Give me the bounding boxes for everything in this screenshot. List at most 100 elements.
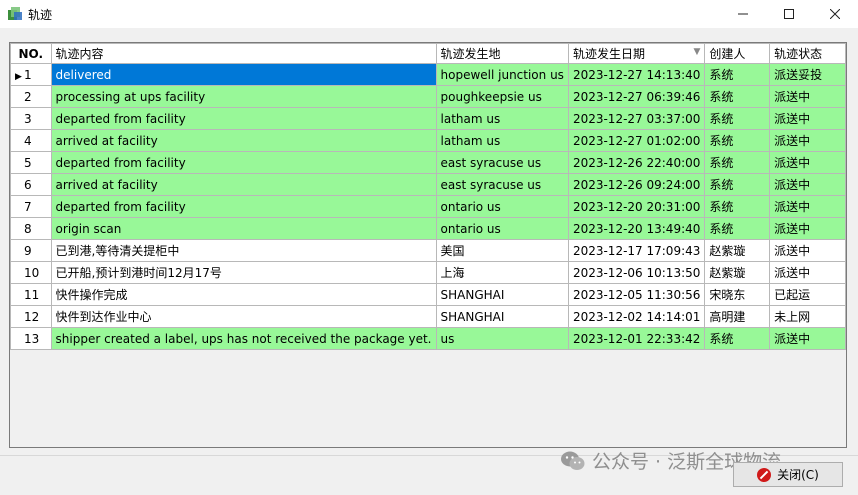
cell-status[interactable]: 派送中	[769, 217, 846, 240]
cell-creator[interactable]: 系统	[704, 129, 771, 152]
cell-place[interactable]: poughkeepsie us	[435, 85, 569, 108]
close-window-button[interactable]	[812, 0, 858, 28]
cell-content[interactable]: shipper created a label, ups has not rec…	[50, 327, 437, 350]
close-button[interactable]: 关闭(C)	[733, 462, 843, 487]
cell-status[interactable]: 派送中	[769, 151, 846, 174]
cell-content[interactable]: departed from facility	[50, 107, 437, 130]
header-row: NO. 轨迹内容 轨迹发生地 轨迹发生日期 ▼ 创建人 轨迹状态	[10, 43, 846, 64]
cell-content[interactable]: departed from facility	[50, 151, 437, 174]
cell-status[interactable]: 未上网	[769, 305, 846, 328]
cell-status[interactable]: 派送妥投	[769, 63, 846, 86]
cell-creator[interactable]: 系统	[704, 327, 771, 350]
cell-status[interactable]: 派送中	[769, 239, 846, 262]
cell-date[interactable]: 2023-12-26 09:24:00	[567, 173, 706, 196]
tracking-grid[interactable]: NO. 轨迹内容 轨迹发生地 轨迹发生日期 ▼ 创建人 轨迹状态 ▶ 1 deliv…	[9, 42, 847, 448]
table-row[interactable]: 5 departed from facility east syracuse u…	[10, 151, 846, 174]
header-no[interactable]: NO.	[10, 43, 52, 64]
cell-date[interactable]: 2023-12-27 06:39:46	[567, 85, 706, 108]
row-number: 13	[10, 327, 52, 350]
cell-status[interactable]: 派送中	[769, 107, 846, 130]
table-row[interactable]: 8 origin scan ontario us 2023-12-20 13:4…	[10, 217, 846, 240]
table-row[interactable]: 13 shipper created a label, ups has not …	[10, 327, 846, 350]
table-row[interactable]: 2 processing at ups facility poughkeepsi…	[10, 85, 846, 108]
cell-place[interactable]: ontario us	[435, 195, 569, 218]
cell-place[interactable]: east syracuse us	[435, 173, 569, 196]
table-row[interactable]: 3 departed from facility latham us 2023-…	[10, 107, 846, 130]
header-date[interactable]: 轨迹发生日期 ▼	[567, 43, 706, 64]
cell-content[interactable]: origin scan	[50, 217, 437, 240]
cell-creator[interactable]: 赵紫璇	[704, 239, 771, 262]
cell-status[interactable]: 已起运	[769, 283, 846, 306]
cell-date[interactable]: 2023-12-26 22:40:00	[567, 151, 706, 174]
cell-place[interactable]: latham us	[435, 107, 569, 130]
cell-date[interactable]: 2023-12-27 14:13:40	[567, 63, 706, 86]
cell-content[interactable]: 快件操作完成	[50, 283, 437, 306]
row-number: 8	[10, 217, 52, 240]
cell-date[interactable]: 2023-12-20 13:49:40	[567, 217, 706, 240]
cell-content[interactable]: arrived at facility	[50, 173, 437, 196]
cell-content[interactable]: delivered	[50, 63, 437, 86]
cell-content[interactable]: 快件到达作业中心	[50, 305, 437, 328]
row-number: 10	[10, 261, 52, 284]
cell-place[interactable]: east syracuse us	[435, 151, 569, 174]
table-row[interactable]: ▶ 1 delivered hopewell junction us 2023-1…	[10, 63, 846, 86]
cell-date[interactable]: 2023-12-05 11:30:56	[567, 283, 706, 306]
cell-creator[interactable]: 系统	[704, 85, 771, 108]
header-place[interactable]: 轨迹发生地	[435, 43, 569, 64]
row-number: 2	[10, 85, 52, 108]
cell-creator[interactable]: 系统	[704, 217, 771, 240]
table-row[interactable]: 11 快件操作完成 SHANGHAI 2023-12-05 11:30:56 宋…	[10, 283, 846, 306]
table-row[interactable]: 10 已开船,预计到港时间12月17号 上海 2023-12-06 10:13:…	[10, 261, 846, 284]
cell-creator[interactable]: 宋晓东	[704, 283, 771, 306]
minimize-button[interactable]	[720, 0, 766, 28]
cell-content[interactable]: arrived at facility	[50, 129, 437, 152]
cell-place[interactable]: ontario us	[435, 217, 569, 240]
cell-status[interactable]: 派送中	[769, 129, 846, 152]
current-row-icon: ▶	[15, 71, 22, 82]
cell-date[interactable]: 2023-12-20 20:31:00	[567, 195, 706, 218]
cell-place[interactable]: 美国	[435, 239, 569, 262]
header-status[interactable]: 轨迹状态	[769, 43, 846, 64]
cell-creator[interactable]: 系统	[704, 107, 771, 130]
table-row[interactable]: 7 departed from facility ontario us 2023…	[10, 195, 846, 218]
table-row[interactable]: 6 arrived at facility east syracuse us 2…	[10, 173, 846, 196]
cell-date[interactable]: 2023-12-01 22:33:42	[567, 327, 706, 350]
minimize-icon	[738, 13, 748, 15]
cell-creator[interactable]: 系统	[704, 195, 771, 218]
cell-date[interactable]: 2023-12-06 10:13:50	[567, 261, 706, 284]
table-row[interactable]: 9 已到港,等待清关提柜中 美国 2023-12-17 17:09:43 赵紫璇…	[10, 239, 846, 262]
row-number: 12	[10, 305, 52, 328]
cell-place[interactable]: SHANGHAI	[435, 283, 569, 306]
table-row[interactable]: 4 arrived at facility latham us 2023-12-…	[10, 129, 846, 152]
cell-status[interactable]: 派送中	[769, 85, 846, 108]
cell-place[interactable]: 上海	[435, 261, 569, 284]
cell-status[interactable]: 派送中	[769, 195, 846, 218]
cell-place[interactable]: us	[435, 327, 569, 350]
maximize-button[interactable]	[766, 0, 812, 28]
cell-date[interactable]: 2023-12-27 03:37:00	[567, 107, 706, 130]
title-bar: 轨迹	[0, 0, 858, 28]
window-title: 轨迹	[28, 8, 53, 22]
cell-creator[interactable]: 系统	[704, 63, 771, 86]
cell-content[interactable]: 已开船,预计到港时间12月17号	[50, 261, 437, 284]
cell-content[interactable]: departed from facility	[50, 195, 437, 218]
cell-place[interactable]: latham us	[435, 129, 569, 152]
cell-status[interactable]: 派送中	[769, 261, 846, 284]
cell-content[interactable]: processing at ups facility	[50, 85, 437, 108]
maximize-icon	[784, 9, 794, 19]
header-content[interactable]: 轨迹内容	[50, 43, 437, 64]
cell-creator[interactable]: 系统	[704, 173, 771, 196]
cell-date[interactable]: 2023-12-17 17:09:43	[567, 239, 706, 262]
cell-date[interactable]: 2023-12-27 01:02:00	[567, 129, 706, 152]
cell-creator[interactable]: 高明建	[704, 305, 771, 328]
cell-status[interactable]: 派送中	[769, 327, 846, 350]
header-creator[interactable]: 创建人	[704, 43, 771, 64]
cell-creator[interactable]: 系统	[704, 151, 771, 174]
cell-date[interactable]: 2023-12-02 14:14:01	[567, 305, 706, 328]
cell-place[interactable]: SHANGHAI	[435, 305, 569, 328]
cell-place[interactable]: hopewell junction us	[435, 63, 569, 86]
table-row[interactable]: 12 快件到达作业中心 SHANGHAI 2023-12-02 14:14:01…	[10, 305, 846, 328]
cell-status[interactable]: 派送中	[769, 173, 846, 196]
cell-content[interactable]: 已到港,等待清关提柜中	[50, 239, 437, 262]
cell-creator[interactable]: 赵紫璇	[704, 261, 771, 284]
